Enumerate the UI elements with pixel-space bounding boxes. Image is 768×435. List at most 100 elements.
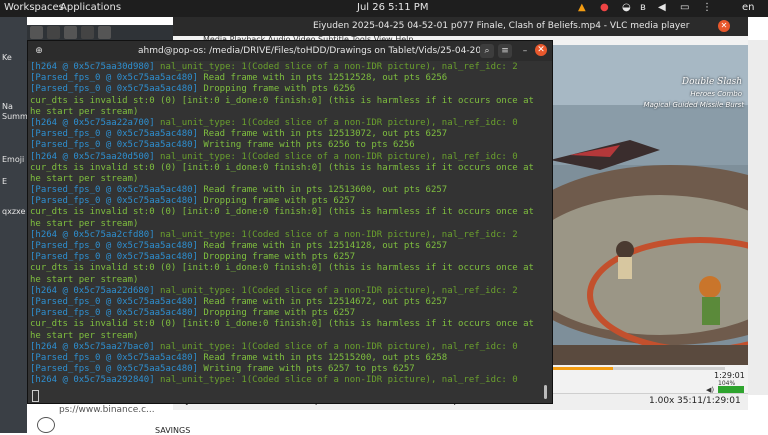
- terminal-scrollbar[interactable]: [544, 385, 547, 399]
- terminal-line: [h264 @ 0x5c75aa30d980] nal_unit_type: 1…: [30, 62, 540, 73]
- terminal-line: cur_dts is invalid st:0 (0) [init:0 i_do…: [30, 319, 540, 330]
- new-tab-icon[interactable]: ⊕: [32, 44, 46, 58]
- log-message: cur_dts is invalid st:0 (0) [init:0 i_do…: [30, 95, 540, 106]
- log-message: nal_unit_type: 1(Coded slice of a non-ID…: [160, 229, 518, 240]
- log-prefix: [Parsed_fps_0 @ 0x5c75aa5ac480]: [30, 196, 204, 207]
- terminal-line: [Parsed_fps_0 @ 0x5c75aa5ac480] Read fra…: [30, 185, 540, 196]
- battery-icon[interactable]: ▭: [680, 2, 689, 13]
- savings-label: SAVINGS: [155, 426, 191, 435]
- log-prefix: [Parsed_fps_0 @ 0x5c75aa5ac480]: [30, 308, 204, 319]
- clock[interactable]: Jul 26 5:11 PM: [357, 2, 428, 13]
- terminal-titlebar: ⊕ ahmd@pop-os: /media/DRIVE/Files/toHDD/…: [28, 41, 552, 61]
- terminal-line: [Parsed_fps_0 @ 0x5c75aa5ac480] Read fra…: [30, 73, 540, 84]
- log-prefix: [Parsed_fps_0 @ 0x5c75aa5ac480]: [30, 241, 204, 251]
- vlc-controls: 1:29:01 104% ◀): [540, 365, 748, 395]
- desktop-label: qxzxe: [2, 207, 26, 216]
- log-message: cur_dts is invalid st:0 (0) [init:0 i_do…: [30, 207, 540, 218]
- vlc-video-area[interactable]: Double Slash Heroes Combo Magical Guided…: [540, 45, 748, 365]
- bluetooth-icon[interactable]: ʙ: [640, 2, 646, 13]
- desktop-label: Na: [2, 102, 13, 111]
- app-icon[interactable]: [64, 26, 77, 39]
- log-prefix: [h264 @ 0x5c75aa2cfd80]: [30, 229, 161, 240]
- terminal-line: he start per stream): [30, 107, 540, 118]
- menu-icon[interactable]: ≡: [498, 44, 512, 58]
- log-message: Read frame with in pts 12514672, out pts…: [203, 296, 448, 307]
- terminal-window: ⊕ ahmd@pop-os: /media/DRIVE/Files/toHDD/…: [27, 40, 553, 404]
- terminal-line: [Parsed_fps_0 @ 0x5c75aa5ac480] Dropping…: [30, 196, 540, 207]
- app-icon[interactable]: [30, 26, 43, 39]
- app-icon[interactable]: [47, 26, 60, 39]
- terminal-line: he start per stream): [30, 174, 540, 185]
- log-prefix: [h264 @ 0x5c75aa22a700]: [30, 117, 161, 128]
- search-icon[interactable]: ⌕: [480, 44, 494, 58]
- workspaces-button[interactable]: Workspaces: [4, 2, 64, 13]
- volume-icon[interactable]: ◀: [658, 2, 666, 13]
- terminal-line: he start per stream): [30, 275, 540, 286]
- terminal-line: [h264 @ 0x5c75aa27bac0] nal_unit_type: 1…: [30, 342, 540, 353]
- desktop-label: Summ: [2, 112, 28, 121]
- close-button[interactable]: ✕: [535, 44, 547, 56]
- terminal-line: [Parsed_fps_0 @ 0x5c75aa5ac480] Read fra…: [30, 297, 540, 308]
- terminal-line: [Parsed_fps_0 @ 0x5c75aa5ac480] Writing …: [30, 364, 540, 375]
- chat-icon[interactable]: [37, 417, 55, 433]
- app-icon[interactable]: [81, 26, 94, 39]
- app-icon[interactable]: [98, 26, 111, 39]
- language-indicator[interactable]: en: [742, 2, 755, 13]
- log-prefix: [Parsed_fps_0 @ 0x5c75aa5ac480]: [30, 296, 204, 307]
- log-prefix: [Parsed_fps_0 @ 0x5c75aa5ac480]: [30, 84, 204, 95]
- log-prefix: [Parsed_fps_0 @ 0x5c75aa5ac480]: [30, 352, 204, 363]
- terminal-line: cur_dts is invalid st:0 (0) [init:0 i_do…: [30, 207, 540, 218]
- total-time: 1:29:01: [714, 371, 745, 380]
- log-prefix: [Parsed_fps_0 @ 0x5c75aa5ac480]: [30, 73, 204, 84]
- log-message: cur_dts is invalid st:0 (0) [init:0 i_do…: [30, 162, 540, 173]
- link-url[interactable]: ps://www.binance.c...: [59, 405, 155, 415]
- terminal-line: cur_dts is invalid st:0 (0) [init:0 i_do…: [30, 163, 540, 174]
- log-message: he start per stream): [30, 218, 139, 229]
- minimize-icon[interactable]: –: [518, 44, 532, 58]
- terminal-line: [h264 @ 0x5c75aa22d680] nal_unit_type: 1…: [30, 286, 540, 297]
- combo-subtitle: Heroes Combo: [690, 90, 742, 98]
- terminal-line: cur_dts is invalid st:0 (0) [init:0 i_do…: [30, 96, 540, 107]
- vlc-close-button[interactable]: ✕: [718, 20, 730, 32]
- notifications-icon[interactable]: ⋮: [702, 2, 712, 13]
- background-page: [748, 40, 768, 433]
- wifi-icon[interactable]: ◒: [622, 2, 631, 13]
- log-prefix: [h264 @ 0x5c75aa27bac0]: [30, 341, 161, 352]
- terminal-line: [Parsed_fps_0 @ 0x5c75aa5ac480] Read fra…: [30, 129, 540, 140]
- log-message: nal_unit_type: 1(Coded slice of a non-ID…: [160, 151, 518, 162]
- log-message: cur_dts is invalid st:0 (0) [init:0 i_do…: [30, 263, 540, 274]
- terminal-output[interactable]: [h264 @ 0x5c75aa30d980] nal_unit_type: 1…: [30, 62, 540, 402]
- log-message: Writing frame with pts 6257 to pts 6257: [203, 364, 415, 375]
- log-prefix: [Parsed_fps_0 @ 0x5c75aa5ac480]: [30, 185, 204, 196]
- volume-slider[interactable]: [718, 386, 744, 393]
- log-message: Read frame with in pts 12512528, out pts…: [203, 73, 448, 84]
- desktop-label: Ke: [2, 53, 12, 62]
- log-message: Read frame with in pts 12513600, out pts…: [203, 185, 448, 196]
- log-message: Dropping frame with pts 6257: [203, 308, 356, 319]
- log-message: he start per stream): [30, 173, 139, 184]
- log-message: Read frame with in pts 12514128, out pts…: [203, 241, 448, 251]
- terminal-line: [Parsed_fps_0 @ 0x5c75aa5ac480] Writing …: [30, 140, 540, 151]
- log-prefix: [Parsed_fps_0 @ 0x5c75aa5ac480]: [30, 140, 204, 151]
- vlc-tray-icon[interactable]: ▲: [578, 2, 586, 13]
- terminal-line: he start per stream): [30, 219, 540, 230]
- log-prefix: [h264 @ 0x5c75aa20d500]: [30, 151, 161, 162]
- terminal-cursor: [32, 390, 39, 402]
- terminal-line: cur_dts is invalid st:0 (0) [init:0 i_do…: [30, 263, 540, 274]
- playback-speed[interactable]: 1.00x: [649, 396, 674, 406]
- terminal-line: he start per stream): [30, 331, 540, 342]
- log-prefix: [h264 @ 0x5c75aa30d980]: [30, 62, 161, 72]
- log-message: nal_unit_type: 1(Coded slice of a non-ID…: [160, 62, 518, 72]
- log-message: Dropping frame with pts 6257: [203, 252, 356, 263]
- seek-bar[interactable]: [540, 367, 725, 370]
- log-prefix: [h264 @ 0x5c75aa292840]: [30, 375, 161, 386]
- desktop-label: Emoji: [2, 155, 25, 164]
- terminal-line: [h264 @ 0x5c75aa20d500] nal_unit_type: 1…: [30, 152, 540, 163]
- applications-button[interactable]: Applications: [60, 2, 121, 13]
- tray-icon[interactable]: ●: [600, 2, 609, 13]
- playback-position: 35:11/1:29:01: [677, 396, 741, 406]
- window-switcher: [27, 25, 173, 40]
- log-message: Dropping frame with pts 6257: [203, 196, 356, 207]
- log-message: Writing frame with pts 6256 to pts 6256: [203, 140, 415, 151]
- volume-fill: [718, 386, 744, 393]
